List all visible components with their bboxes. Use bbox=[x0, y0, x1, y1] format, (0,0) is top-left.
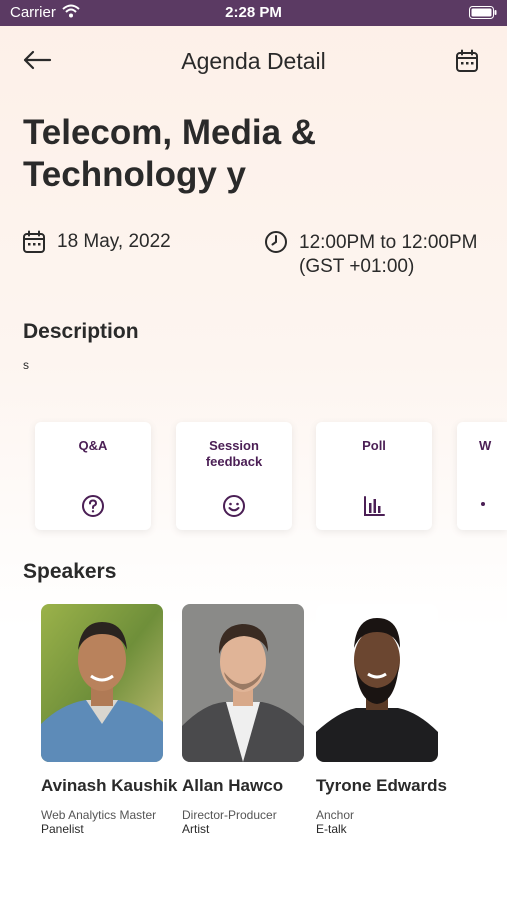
page-title: Agenda Detail bbox=[181, 48, 326, 74]
speaker-card[interactable]: Tyrone Edwards Anchor E-talk bbox=[316, 604, 447, 836]
partial-icon bbox=[481, 502, 485, 506]
smiley-icon bbox=[223, 495, 245, 517]
speaker-org: Artist bbox=[182, 822, 210, 836]
speakers-heading: Speakers bbox=[23, 560, 117, 583]
poll-card[interactable]: Poll bbox=[316, 422, 432, 530]
speaker-card[interactable]: Allan Hawco Director-Producer Artist bbox=[182, 604, 306, 836]
qa-card[interactable]: Q&A bbox=[35, 422, 151, 530]
speaker-photo[interactable] bbox=[41, 604, 163, 762]
partial-card-label: W bbox=[479, 438, 492, 453]
session-timezone: (GST +01:00) bbox=[299, 256, 415, 277]
description-body: s bbox=[23, 358, 29, 372]
poll-card-label: Poll bbox=[362, 438, 386, 453]
session-time: 12:00PM to 12:00PM (GST +01:00) bbox=[299, 231, 499, 279]
clock-icon bbox=[265, 231, 287, 253]
session-time-range: 12:00PM to 12:00PM bbox=[299, 232, 478, 253]
status-time: 2:28 PM bbox=[225, 4, 282, 21]
session-feedback-card-label: Session feedback bbox=[205, 438, 263, 469]
speaker-photo[interactable] bbox=[182, 604, 304, 762]
speaker-role: Director-Producer bbox=[182, 808, 277, 822]
description-heading: Description bbox=[23, 320, 139, 343]
speaker-name: Allan Hawco bbox=[182, 776, 284, 795]
speaker-role: Anchor bbox=[316, 808, 355, 822]
session-feedback-card[interactable]: Session feedback bbox=[176, 422, 292, 530]
speaker-card[interactable]: Avinash Kaushik Web Analytics Master Pan… bbox=[41, 604, 177, 836]
calendar-date-icon bbox=[23, 230, 45, 253]
calendar-icon[interactable] bbox=[455, 49, 479, 73]
speaker-name: Tyrone Edwards bbox=[316, 776, 447, 795]
partial-card[interactable]: W bbox=[457, 422, 507, 530]
qa-card-label: Q&A bbox=[78, 438, 108, 453]
speaker-org: Panelist bbox=[41, 822, 84, 836]
speaker-photo[interactable] bbox=[316, 604, 438, 762]
session-title: Telecom, Media & Technology y bbox=[23, 113, 317, 194]
session-date: 18 May, 2022 bbox=[57, 231, 171, 252]
speaker-name: Avinash Kaushik bbox=[41, 776, 178, 795]
speaker-org: E-talk bbox=[316, 822, 347, 836]
bar-chart-icon bbox=[364, 496, 385, 516]
speaker-role: Web Analytics Master bbox=[41, 808, 157, 822]
status-bar: Carrier 2:28 PM bbox=[0, 0, 507, 26]
battery-icon bbox=[469, 6, 497, 19]
question-icon bbox=[82, 495, 104, 517]
feature-cards-row[interactable]: Q&A Session feedback Poll W bbox=[0, 418, 507, 538]
